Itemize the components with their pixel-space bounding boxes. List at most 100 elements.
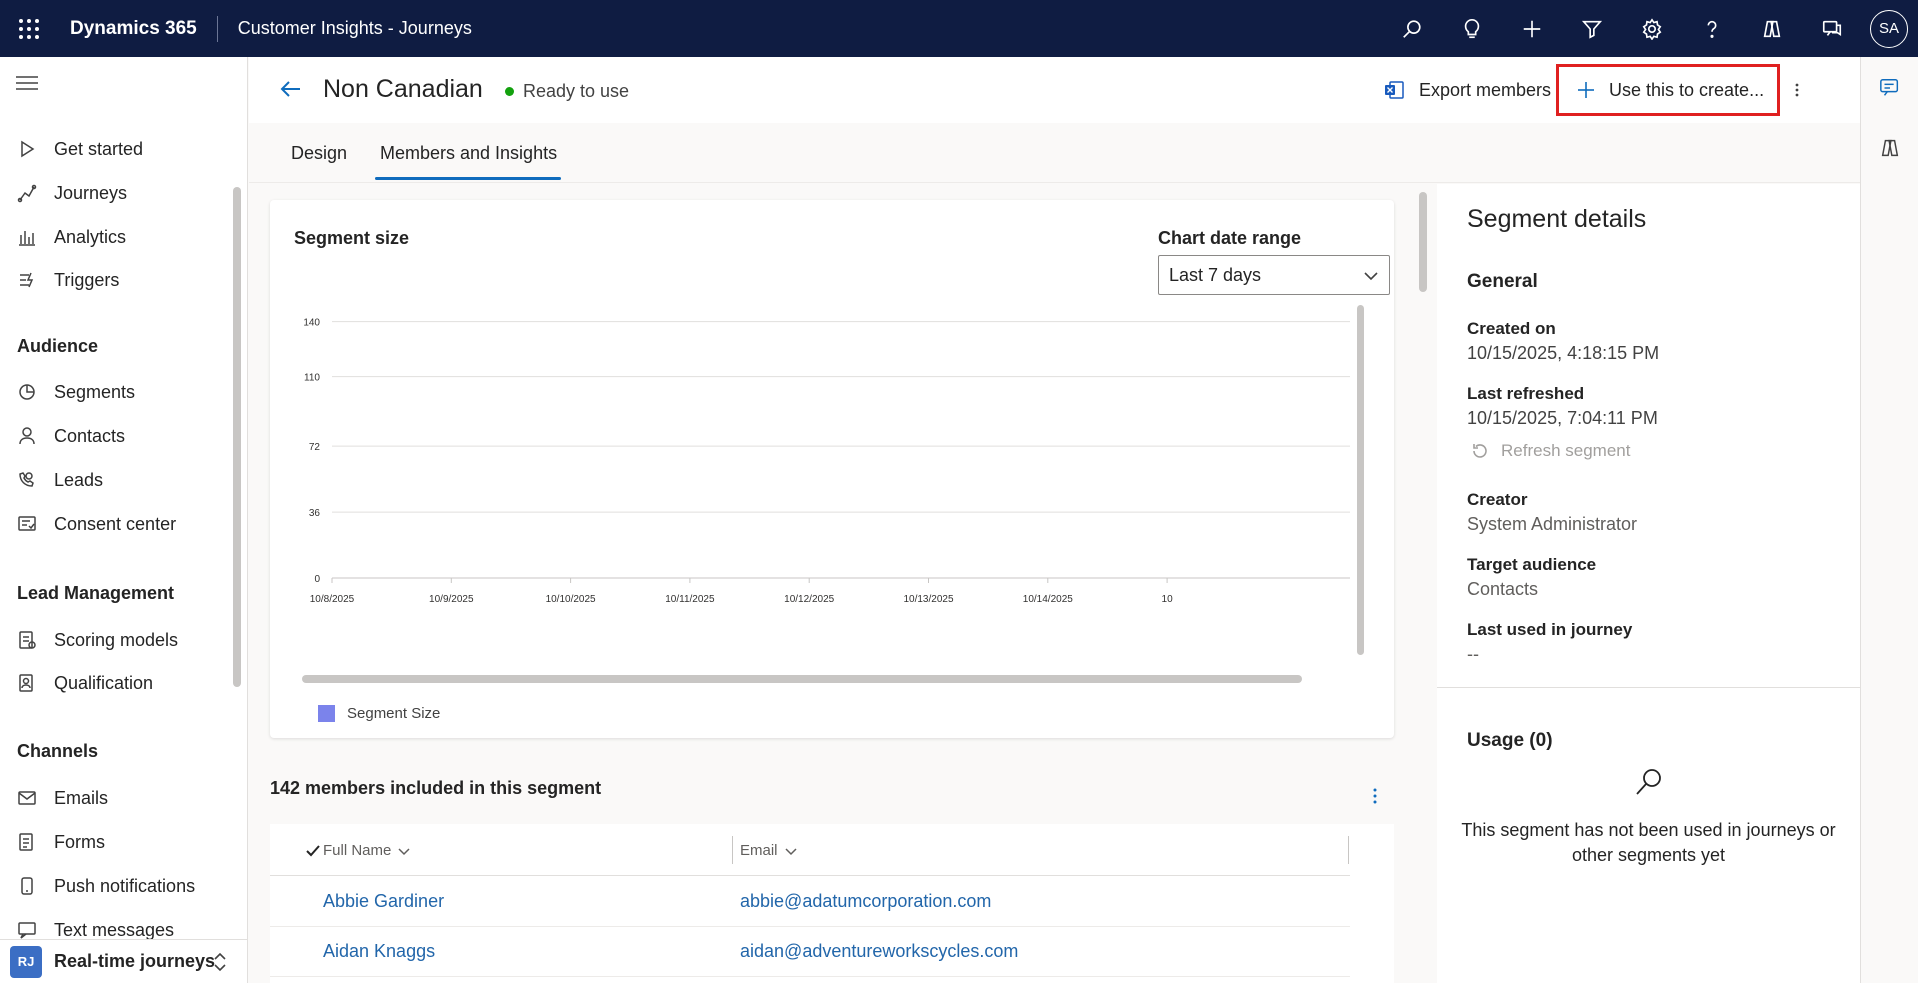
filter-icon[interactable] <box>1562 0 1622 57</box>
tab-design[interactable]: Design <box>291 143 347 164</box>
usage-title: Usage (0) <box>1467 730 1553 751</box>
tab-members-and-insights[interactable]: Members and Insights <box>380 143 557 164</box>
nav-item-emails[interactable]: Emails <box>16 783 108 813</box>
area-avatar: RJ <box>10 945 42 978</box>
x-tick-label: 10/12/2025 <box>784 594 834 605</box>
chart-legend[interactable]: Segment Size <box>318 705 440 722</box>
person-icon <box>16 425 38 447</box>
brand-name[interactable]: Dynamics 365 <box>58 15 218 42</box>
nav-item-qualification[interactable]: Qualification <box>16 668 153 698</box>
x-tick-label: 10/14/2025 <box>1023 594 1073 605</box>
nav-item-label: Push notifications <box>54 875 196 896</box>
member-email-link[interactable]: abbie@adatumcorporation.com <box>740 891 991 912</box>
nav-item-label: Leads <box>54 469 104 490</box>
member-full-name-link[interactable]: Aidan Knaggs <box>323 941 435 962</box>
column-separator[interactable] <box>732 836 733 864</box>
nav-scrollbar[interactable] <box>233 187 241 687</box>
column-separator[interactable] <box>1348 836 1349 864</box>
export-members-button[interactable]: Export members <box>1383 79 1551 101</box>
select-all-checkmark-icon[interactable] <box>304 842 322 860</box>
main-content: Segment size Chart date range Last 7 day… <box>249 184 1429 983</box>
nav-item-segments[interactable]: Segments <box>16 377 135 407</box>
refresh-icon <box>1473 444 1487 458</box>
journey-icon <box>16 182 38 204</box>
form-icon <box>16 831 38 853</box>
member-full-name-link[interactable]: Abbie Gardiner <box>323 891 444 912</box>
last-refreshed-value: 10/15/2025, 7:04:11 PM <box>1467 408 1658 428</box>
nav-item-label: Emails <box>54 787 109 808</box>
refresh-segment-button[interactable]: Refresh segment <box>1471 441 1630 461</box>
member-email-link[interactable]: aidan@adventureworkscycles.com <box>740 941 1018 962</box>
column-header-full-name[interactable]: Full Name <box>323 842 411 859</box>
nav-item-forms[interactable]: Forms <box>16 827 105 857</box>
column-header-email[interactable]: Email <box>740 842 798 859</box>
y-tick-label: 36 <box>309 508 321 519</box>
column-header-label: Full Name <box>323 842 392 859</box>
qualification-icon <box>16 672 38 694</box>
target-audience-label: Target audience <box>1467 555 1597 574</box>
table-row[interactable]: Aidan Knaggs aidan@adventureworkscycles.… <box>270 927 1350 977</box>
nav-item-scoring-models[interactable]: Scoring models <box>16 625 178 655</box>
chevron-down-icon <box>1364 272 1378 281</box>
help-icon[interactable] <box>1682 0 1742 57</box>
status-dot <box>505 87 514 96</box>
app-launcher-icon[interactable] <box>0 0 58 57</box>
copilot-icon[interactable] <box>1742 0 1802 57</box>
back-arrow-icon[interactable] <box>279 77 303 101</box>
segment-icon <box>16 381 38 403</box>
more-options-icon[interactable] <box>1370 784 1380 808</box>
creator-value: System Administrator <box>1467 514 1638 534</box>
nav-item-label: Triggers <box>54 269 120 290</box>
chart-date-range-label: Chart date range <box>1158 228 1302 248</box>
legend-swatch <box>318 705 335 722</box>
trigger-icon <box>16 269 38 291</box>
nav-item-leads[interactable]: Leads <box>16 465 103 495</box>
chart-date-range-select[interactable]: Last 7 days <box>1158 255 1390 295</box>
usage-empty-message: This segment has not been used in journe… <box>1461 820 1836 865</box>
mail-icon <box>16 787 38 809</box>
sms-icon <box>16 919 38 941</box>
nav-item-label: Qualification <box>54 672 154 693</box>
area-switcher[interactable]: RJ Real-time journeys <box>0 939 247 983</box>
search-icon <box>1633 766 1665 798</box>
gear-icon[interactable] <box>1622 0 1682 57</box>
nav-item-label: Contacts <box>54 425 126 446</box>
x-tick-label: 10/10/2025 <box>546 594 596 605</box>
hamburger-menu-icon[interactable] <box>16 75 38 91</box>
nav-item-journeys[interactable]: Journeys <box>16 178 127 208</box>
nav-item-push-notifications[interactable]: Push notifications <box>16 871 195 901</box>
nav-item-analytics[interactable]: Analytics <box>16 222 126 252</box>
grid-header: Full Name Email <box>270 824 1350 876</box>
last-used-in-journey-label: Last used in journey <box>1467 620 1633 639</box>
use-this-to-create-button[interactable]: Use this to create... <box>1556 64 1780 116</box>
nav-item-get-started[interactable]: Get started <box>16 134 143 164</box>
plus-icon[interactable] <box>1502 0 1562 57</box>
nav-item-contacts[interactable]: Contacts <box>16 421 125 451</box>
target-audience-value: Contacts <box>1467 579 1539 599</box>
chat-icon[interactable] <box>1802 0 1862 57</box>
avatar[interactable]: SA <box>1870 9 1908 48</box>
members-count-title: 142 members included in this segment <box>270 778 602 798</box>
chat-icon[interactable] <box>1879 77 1903 101</box>
copilot-icon[interactable] <box>1879 137 1903 161</box>
segment-details-panel: Segment details General Created on 10/15… <box>1437 184 1860 983</box>
nav-item-consent-center[interactable]: Consent center <box>16 509 176 539</box>
tab-bar: Design Members and Insights <box>249 123 1860 183</box>
page-title: Non Canadian <box>323 75 483 103</box>
more-options-icon[interactable] <box>1789 77 1805 103</box>
refresh-segment-label: Refresh segment <box>1501 441 1631 460</box>
nav-item-label: Forms <box>54 831 105 852</box>
page-header: Non Canadian Ready to use Export members… <box>249 57 1860 123</box>
creator-label: Creator <box>1467 490 1528 509</box>
y-tick-label: 110 <box>304 373 320 384</box>
app-name[interactable]: Customer Insights - Journeys <box>218 18 472 39</box>
table-row[interactable]: Abbie Gardiner abbie@adatumcorporation.c… <box>270 877 1350 927</box>
chart-horizontal-scrollbar[interactable] <box>302 675 1302 683</box>
created-on-value: 10/15/2025, 4:18:15 PM <box>1467 343 1660 363</box>
search-icon[interactable] <box>1382 0 1442 57</box>
nav-item-triggers[interactable]: Triggers <box>16 265 119 295</box>
lightbulb-icon[interactable] <box>1442 0 1502 57</box>
y-tick-label: 140 <box>303 318 320 329</box>
content-scrollbar[interactable] <box>1419 192 1427 292</box>
chart-vertical-scrollbar[interactable] <box>1357 305 1364 655</box>
